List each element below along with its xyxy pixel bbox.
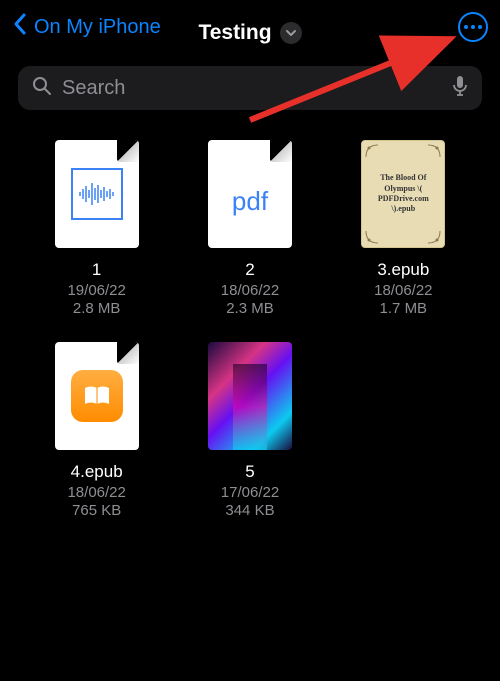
file-item[interactable]: 1 19/06/22 2.8 MB xyxy=(24,140,169,330)
pdf-icon: pdf xyxy=(232,186,268,217)
file-date: 18/06/22 xyxy=(374,282,432,299)
search-bar[interactable] xyxy=(18,66,482,110)
file-thumbnail-pdf: pdf xyxy=(208,140,292,248)
file-item[interactable]: 5 17/06/22 344 KB xyxy=(177,342,322,532)
file-date: 17/06/22 xyxy=(221,484,279,501)
file-thumbnail-image xyxy=(208,342,292,450)
file-size: 344 KB xyxy=(225,502,274,519)
chevron-down-icon xyxy=(285,27,297,39)
back-label: On My iPhone xyxy=(34,16,161,39)
page-title: Testing xyxy=(198,21,271,45)
file-name: 3.epub xyxy=(377,260,429,280)
file-date: 18/06/22 xyxy=(221,282,279,299)
file-thumbnail-ibooks xyxy=(55,342,139,450)
back-button[interactable]: On My iPhone xyxy=(12,12,161,42)
file-thumbnail-epub: The Blood Of Olympus \( PDFDrive.com \).… xyxy=(361,140,445,248)
file-date: 19/06/22 xyxy=(67,282,125,299)
more-options-button[interactable] xyxy=(458,12,488,42)
ellipsis-icon xyxy=(464,25,468,29)
file-size: 765 KB xyxy=(72,502,121,519)
file-name: 5 xyxy=(245,462,254,482)
ibooks-icon xyxy=(71,370,123,422)
chevron-left-icon xyxy=(12,12,28,42)
file-item[interactable]: pdf 2 18/06/22 2.3 MB xyxy=(177,140,322,330)
file-grid: 1 19/06/22 2.8 MB pdf 2 18/06/22 2.3 MB … xyxy=(0,110,500,562)
dictation-button[interactable] xyxy=(452,75,468,102)
file-size: 2.8 MB xyxy=(73,300,121,317)
file-name: 1 xyxy=(92,260,101,280)
microphone-icon xyxy=(452,75,468,97)
search-input[interactable] xyxy=(62,77,442,100)
search-icon xyxy=(32,76,52,101)
file-size: 2.3 MB xyxy=(226,300,274,317)
file-date: 18/06/22 xyxy=(67,484,125,501)
file-size: 1.7 MB xyxy=(380,300,428,317)
file-name: 2 xyxy=(245,260,254,280)
file-name: 4.epub xyxy=(71,462,123,482)
waveform-icon xyxy=(71,168,123,220)
file-thumbnail-audio xyxy=(55,140,139,248)
folder-dropdown-button[interactable] xyxy=(280,22,302,44)
file-item[interactable]: 4.epub 18/06/22 765 KB xyxy=(24,342,169,532)
epub-cover-title: The Blood Of Olympus \( PDFDrive.com \).… xyxy=(366,173,440,215)
file-item[interactable]: The Blood Of Olympus \( PDFDrive.com \).… xyxy=(331,140,476,330)
